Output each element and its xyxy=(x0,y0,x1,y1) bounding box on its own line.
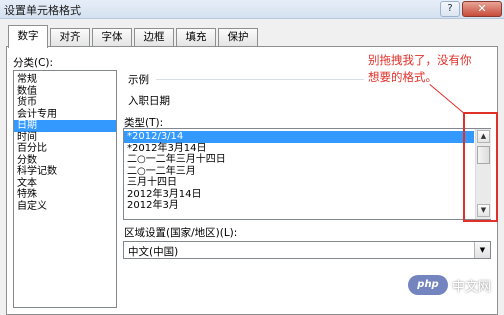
tab-border[interactable]: 边框 xyxy=(134,28,174,47)
watermark: php 中文网 xyxy=(408,275,498,297)
annotation-callout: 别拖拽我了，没有你 想要的格式。 xyxy=(368,52,496,86)
locale-select[interactable]: 中文(中国) ▼ xyxy=(123,241,491,259)
annotation-line-2: 想要的格式。 xyxy=(368,70,437,84)
annotation-highlight-box xyxy=(463,112,498,222)
type-item[interactable]: *2012/3/14 xyxy=(124,131,474,143)
type-item[interactable]: 三月十四日 xyxy=(124,177,490,189)
type-item[interactable]: 二○一二年三月十四日 xyxy=(124,154,490,166)
category-label: 分类(C): xyxy=(13,57,54,69)
category-item-currency[interactable]: 货币 xyxy=(14,97,116,109)
category-item-special[interactable]: 特殊 xyxy=(14,189,116,201)
category-item-time[interactable]: 时间 xyxy=(14,132,116,144)
chevron-down-icon[interactable]: ▼ xyxy=(474,242,490,258)
category-item-number[interactable]: 数值 xyxy=(14,86,116,98)
category-item-scientific[interactable]: 科学记数 xyxy=(14,166,116,178)
type-item[interactable]: *2012年3月14日 xyxy=(124,143,490,155)
sample-label: 示例 xyxy=(128,74,149,86)
type-listbox[interactable]: *2012/3/14 *2012年3月14日 二○一二年三月十四日 二○一二年三… xyxy=(123,128,491,220)
category-listbox[interactable]: 常规 数值 货币 会计专用 日期 时间 百分比 分数 科学记数 文本 特殊 自定… xyxy=(13,70,117,308)
tab-protection[interactable]: 保护 xyxy=(218,28,258,47)
category-item-general[interactable]: 常规 xyxy=(14,74,116,86)
watermark-logo: php xyxy=(408,275,448,295)
locale-label: 区域设置(国家/地区)(L): xyxy=(124,227,238,239)
watermark-text: 中文网 xyxy=(452,280,492,295)
category-item-custom[interactable]: 自定义 xyxy=(14,201,116,213)
sample-group-divider xyxy=(156,79,364,80)
locale-value: 中文(中国) xyxy=(128,246,179,258)
category-item-accounting[interactable]: 会计专用 xyxy=(14,109,116,121)
close-button[interactable]: ✕ xyxy=(462,1,502,17)
type-item[interactable]: 二○一二年三月 xyxy=(124,166,490,178)
tab-number[interactable]: 数字 xyxy=(8,25,48,48)
sample-value: 入职日期 xyxy=(128,95,170,107)
category-item-date[interactable]: 日期 xyxy=(14,120,116,132)
type-item[interactable]: 2012年3月14日 xyxy=(124,189,490,201)
tab-alignment[interactable]: 对齐 xyxy=(50,28,90,47)
type-item[interactable]: 2012年3月 xyxy=(124,200,490,212)
title-bar: 设置单元格格式 ? ✕ xyxy=(0,0,504,19)
annotation-line-1: 别拖拽我了，没有你 xyxy=(368,53,472,67)
window-title: 设置单元格格式 xyxy=(4,4,81,17)
help-button[interactable]: ? xyxy=(440,1,460,17)
category-item-text[interactable]: 文本 xyxy=(14,178,116,190)
tab-font[interactable]: 字体 xyxy=(92,28,132,47)
category-item-fraction[interactable]: 分数 xyxy=(14,155,116,167)
category-item-percentage[interactable]: 百分比 xyxy=(14,143,116,155)
tab-fill[interactable]: 填充 xyxy=(176,28,216,47)
